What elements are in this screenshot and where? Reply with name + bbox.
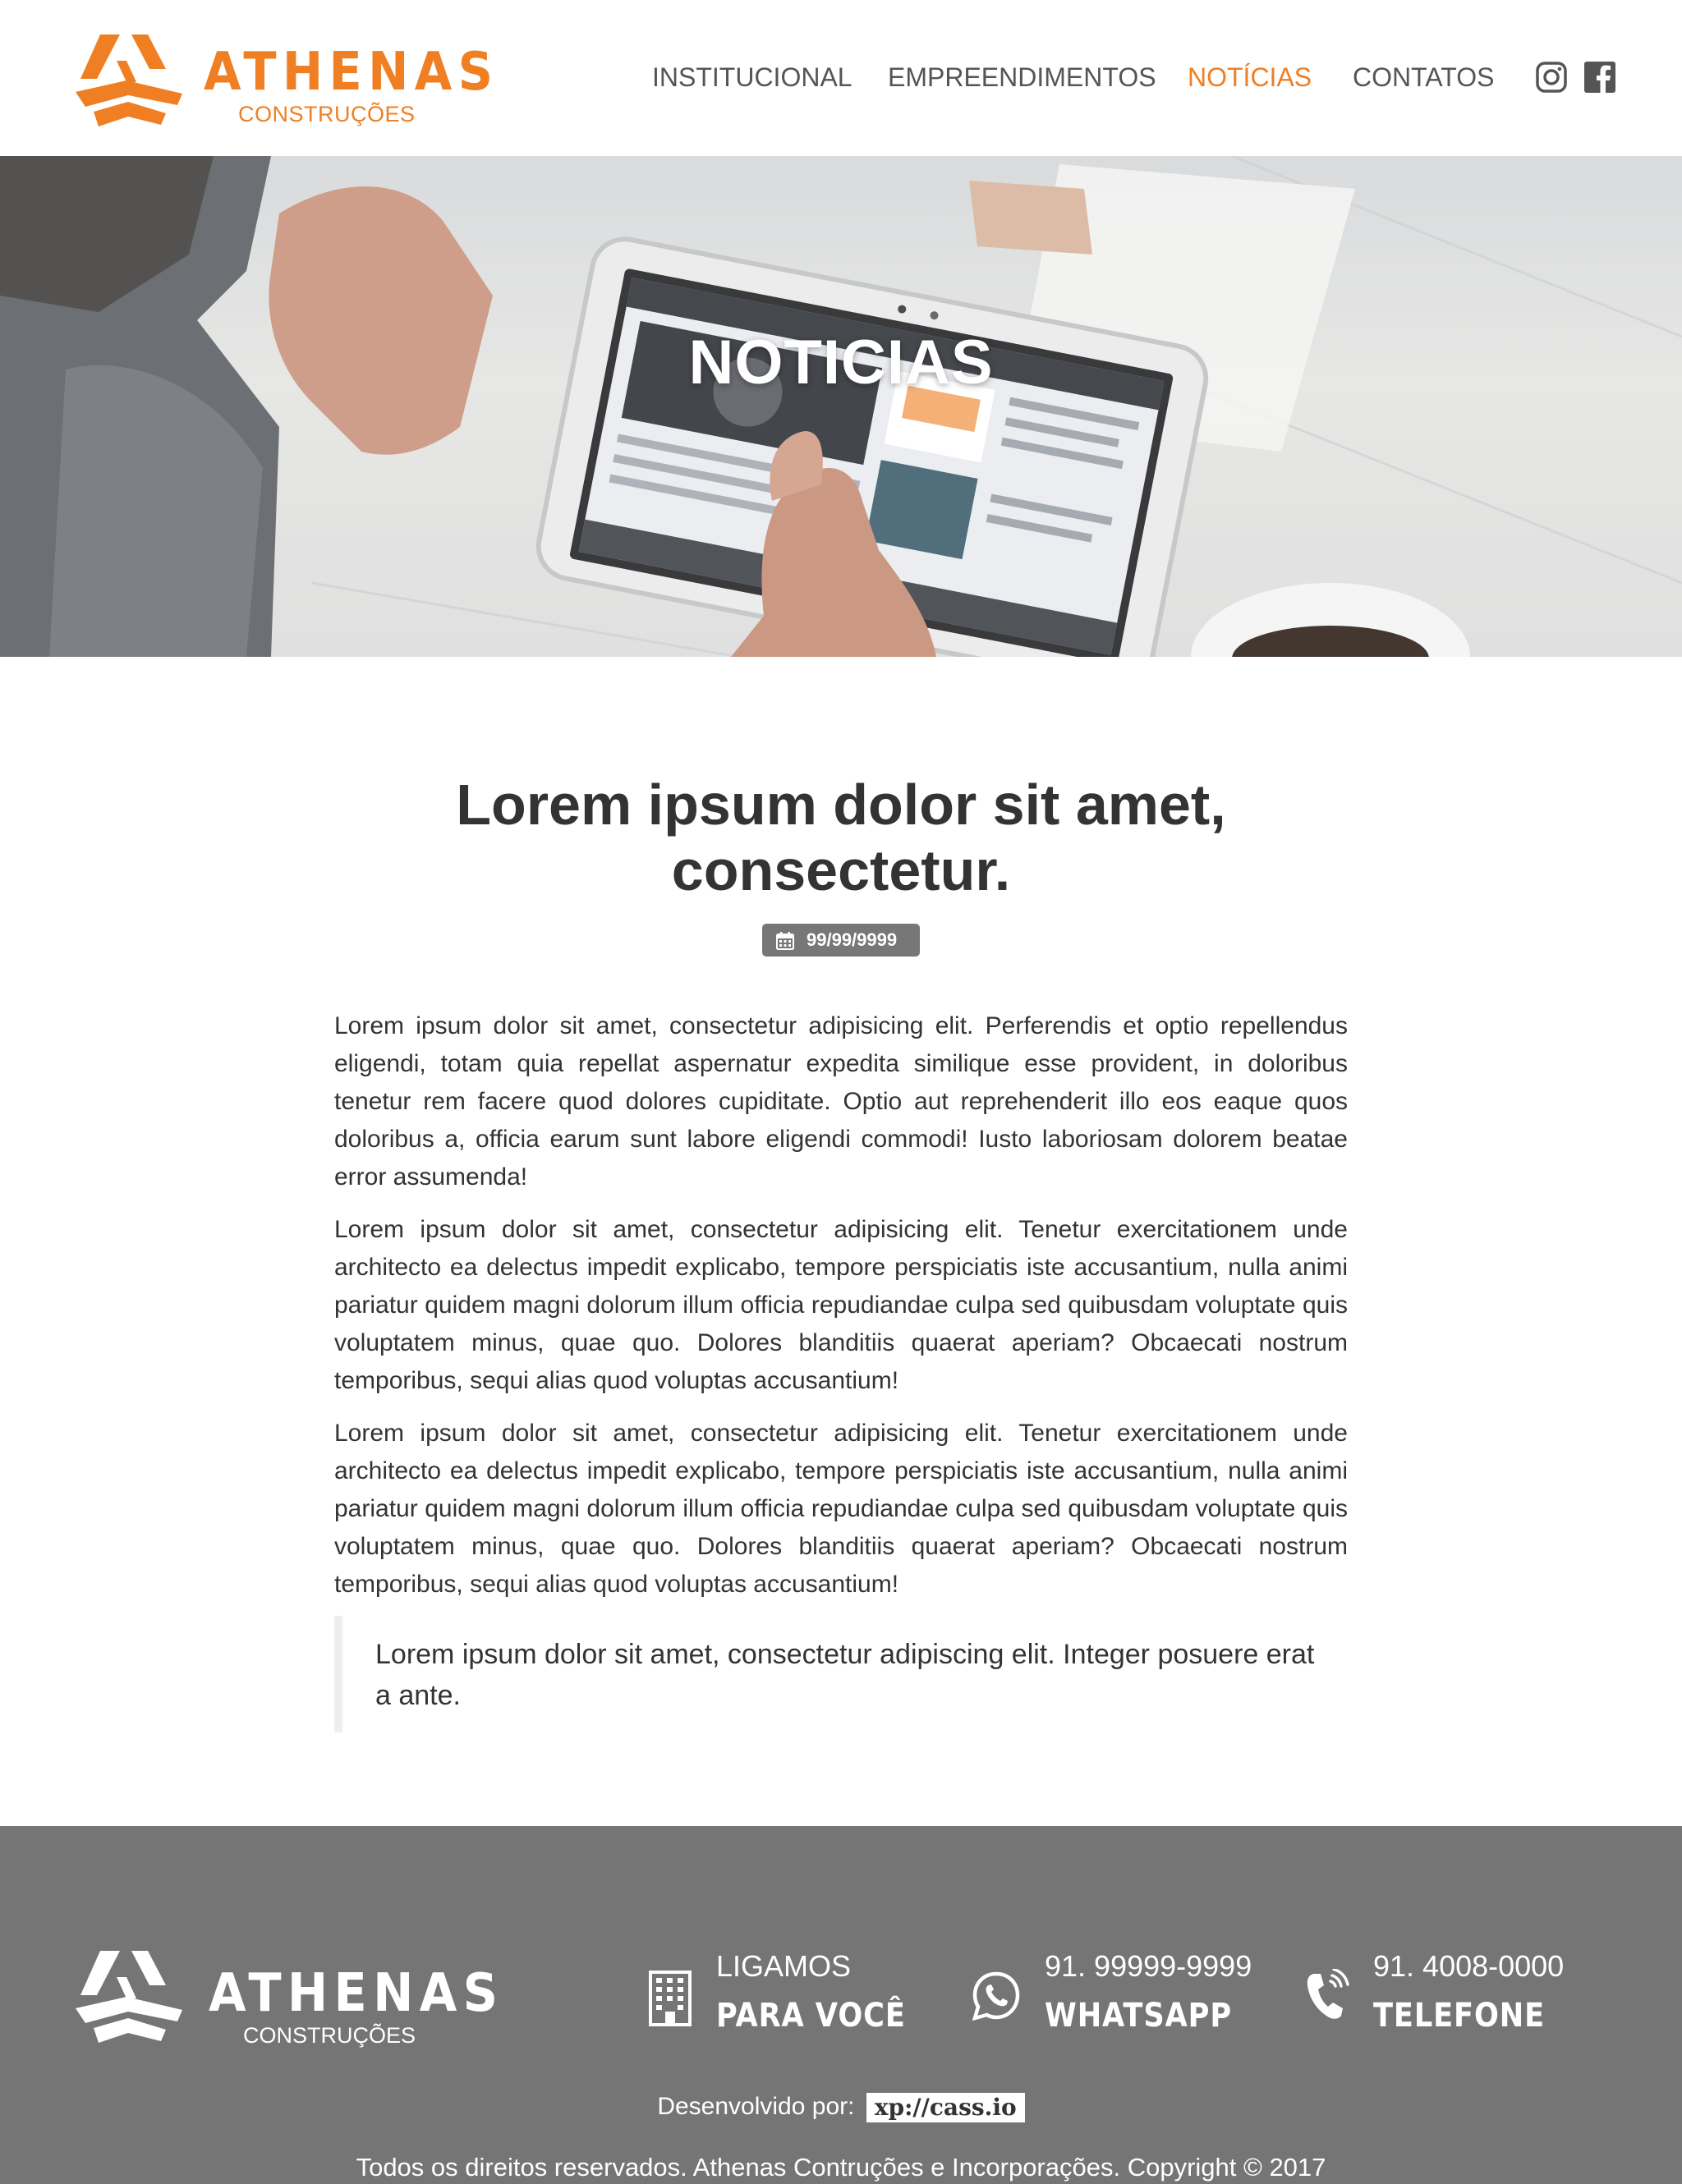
facebook-icon[interactable]	[1583, 61, 1616, 94]
footer-brand-tagline: CONSTRUÇÕES	[243, 2023, 416, 2048]
building-icon	[649, 1971, 692, 2026]
hero-title: NOTICIAS	[688, 328, 994, 397]
site-footer: ATHENAS CONSTRUÇÕES LIGAMOS PARA VOCÊ 91…	[0, 1826, 1682, 2184]
site-header: ATHENAS CONSTRUÇÕES INSTITUCIONAL EMPREE…	[0, 0, 1682, 156]
developed-by-label: Desenvolvido por:	[657, 2093, 855, 2120]
article-body: Lorem ipsum dolor sit amet, consectetur …	[334, 1007, 1348, 1618]
article-blockquote: Lorem ipsum dolor sit amet, consectetur …	[334, 1616, 1348, 1732]
athenas-logo-mark-icon	[76, 34, 182, 126]
contact-ligamos-top: LIGAMOS	[716, 1949, 852, 1983]
developer-link[interactable]: xp://cass.io	[866, 2093, 1025, 2123]
nav-item-empreendimentos[interactable]: EMPREENDIMENTOS	[888, 61, 1156, 94]
nav-item-noticias[interactable]: NOTÍCIAS	[1188, 61, 1312, 94]
article-paragraph: Lorem ipsum dolor sit amet, consectetur …	[334, 1216, 1348, 1394]
whatsapp-label: WHATSAPP	[1045, 1997, 1233, 2035]
footer-logo[interactable]: ATHENAS CONSTRUÇÕES	[69, 1944, 498, 2051]
phone-icon[interactable]	[1303, 1969, 1352, 2023]
calendar-icon	[776, 932, 794, 950]
article-date: 99/99/9999	[807, 929, 898, 950]
nav-item-contatos[interactable]: CONTATOS	[1353, 61, 1494, 94]
article-paragraph: Lorem ipsum dolor sit amet, consectetur …	[334, 1012, 1348, 1191]
brand-tagline: CONSTRUÇÕES	[238, 102, 416, 126]
whatsapp-number: 91. 99999-9999	[1045, 1949, 1252, 1983]
telefone-label: TELEFONE	[1373, 1997, 1546, 2035]
hero-banner: NOTICIAS	[0, 156, 1682, 657]
footer-brand-name: ATHENAS	[209, 1963, 504, 2024]
athenas-logo-mark-icon	[76, 1951, 182, 2043]
nav-item-institucional[interactable]: INSTITUCIONAL	[652, 61, 852, 94]
telefone-number: 91. 4008-0000	[1373, 1949, 1565, 1983]
instagram-icon[interactable]	[1535, 61, 1568, 94]
copyright-text: Todos os direitos reservados. Athenas Co…	[356, 2153, 1326, 2182]
hero-photo-tablet	[0, 156, 1682, 657]
whatsapp-icon[interactable]	[971, 1971, 1022, 2021]
brand-name: ATHENAS	[204, 42, 499, 103]
developer-credit: Desenvolvido por: xp://cass.io	[0, 2093, 1682, 2123]
date-badge: 99/99/9999	[762, 924, 920, 957]
article-title: Lorem ipsum dolor sit amet, consectetur.	[456, 773, 1226, 902]
contact-ligamos-bottom: PARA VOCÊ	[716, 1997, 906, 2035]
brand-logo[interactable]: ATHENAS CONSTRUÇÕES	[69, 28, 493, 135]
article-paragraph: Lorem ipsum dolor sit amet, consectetur …	[334, 1420, 1348, 1598]
